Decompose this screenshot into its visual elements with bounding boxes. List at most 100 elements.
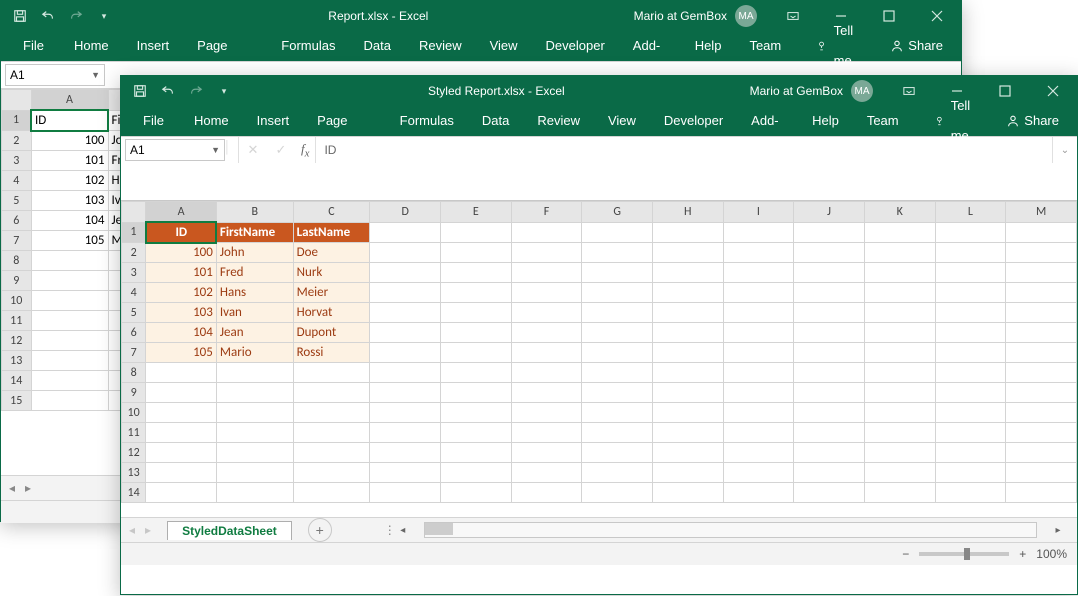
cell[interactable] (652, 303, 723, 323)
cell[interactable] (440, 263, 511, 283)
chevron-down-icon[interactable]: ▼ (91, 70, 100, 80)
cell[interactable] (935, 443, 1006, 463)
tab-data[interactable]: Data (468, 106, 523, 136)
col-header[interactable]: I (723, 202, 794, 223)
row-header[interactable]: 1 (2, 110, 32, 131)
sheet-nav[interactable]: ◂▸ (1, 481, 39, 495)
tab-team[interactable]: Team (853, 106, 913, 136)
expand-formula-icon[interactable]: ⌄ (1052, 137, 1077, 163)
cell[interactable] (1006, 263, 1077, 283)
row-header[interactable]: 8 (122, 363, 146, 383)
cell[interactable] (1006, 443, 1077, 463)
cell[interactable]: LastName (293, 222, 370, 243)
row-header[interactable]: 6 (2, 211, 32, 231)
cell[interactable] (1006, 283, 1077, 303)
cell[interactable] (146, 403, 217, 423)
row-header[interactable]: 10 (122, 403, 146, 423)
row-header[interactable]: 4 (2, 171, 32, 191)
cell[interactable] (216, 483, 293, 503)
col-header[interactable]: A (146, 202, 217, 223)
formula-input[interactable]: ID (315, 137, 1052, 163)
cell[interactable] (723, 383, 794, 403)
cell[interactable] (723, 463, 794, 483)
cell[interactable] (794, 383, 865, 403)
cell[interactable] (440, 383, 511, 403)
cell[interactable] (723, 363, 794, 383)
col-header[interactable]: A (31, 90, 108, 111)
cell[interactable]: 102 (31, 171, 108, 191)
cell[interactable] (370, 403, 441, 423)
cell[interactable] (864, 363, 935, 383)
tab-file[interactable]: File (7, 31, 60, 61)
cell[interactable] (146, 463, 217, 483)
cell[interactable] (794, 483, 865, 503)
cell[interactable] (935, 383, 1006, 403)
tab-page-layout[interactable]: Page Layout (303, 106, 386, 136)
maximize-icon[interactable] (869, 1, 909, 31)
new-sheet-icon[interactable]: + (308, 518, 332, 542)
cell[interactable] (511, 363, 582, 383)
cell[interactable] (511, 383, 582, 403)
cell[interactable] (794, 463, 865, 483)
cell[interactable] (935, 323, 1006, 343)
cell[interactable] (582, 323, 653, 343)
cell[interactable] (794, 263, 865, 283)
select-all-corner[interactable] (2, 90, 32, 111)
cell[interactable] (935, 463, 1006, 483)
cell[interactable] (1006, 303, 1077, 323)
cell[interactable] (794, 423, 865, 443)
cell[interactable] (440, 222, 511, 243)
cell[interactable] (1006, 463, 1077, 483)
row-header[interactable]: 11 (122, 423, 146, 443)
cell[interactable] (511, 483, 582, 503)
share-button[interactable]: Share (994, 106, 1071, 136)
cell[interactable] (794, 323, 865, 343)
cell[interactable] (31, 351, 108, 371)
cell[interactable]: ID (146, 222, 217, 243)
row-header[interactable]: 5 (122, 303, 146, 323)
cell[interactable] (794, 403, 865, 423)
cell[interactable] (582, 283, 653, 303)
cell[interactable]: Ivan (216, 303, 293, 323)
cell[interactable] (652, 423, 723, 443)
tell-me[interactable]: Tell me (921, 106, 995, 136)
row-header[interactable]: 5 (2, 191, 32, 211)
col-header[interactable]: M (1006, 202, 1077, 223)
cell[interactable] (370, 263, 441, 283)
zoom-level[interactable]: 100% (1036, 547, 1067, 561)
cell[interactable]: Rossi (293, 343, 370, 363)
cell[interactable] (370, 383, 441, 403)
cell[interactable]: 105 (31, 231, 108, 251)
horizontal-scrollbar[interactable]: ⋮ ◂ ▸ (384, 522, 1065, 538)
row-header[interactable]: 12 (2, 331, 32, 351)
cell[interactable]: 101 (31, 151, 108, 171)
cell[interactable] (31, 331, 108, 351)
cell[interactable] (1006, 343, 1077, 363)
enter-formula-icon[interactable]: ✓ (267, 142, 295, 158)
row-header[interactable]: 13 (2, 351, 32, 371)
cell[interactable] (864, 423, 935, 443)
cell[interactable] (293, 463, 370, 483)
tab-help[interactable]: Help (798, 106, 853, 136)
cell[interactable] (216, 463, 293, 483)
cell[interactable] (864, 463, 935, 483)
divider-handle[interactable]: ⋮ (384, 523, 396, 537)
cell[interactable] (511, 222, 582, 243)
cell[interactable] (864, 323, 935, 343)
avatar[interactable]: MA (735, 5, 757, 27)
undo-icon[interactable] (35, 3, 61, 29)
cell[interactable] (935, 222, 1006, 243)
cell[interactable] (440, 283, 511, 303)
cell[interactable]: ID (31, 110, 108, 131)
cell[interactable] (582, 303, 653, 323)
cell[interactable] (1006, 363, 1077, 383)
cell[interactable] (1006, 243, 1077, 263)
cell[interactable] (652, 363, 723, 383)
row-header[interactable]: 7 (2, 231, 32, 251)
cell[interactable]: Nurk (293, 263, 370, 283)
cell[interactable] (582, 403, 653, 423)
tab-formulas[interactable]: Formulas (386, 106, 468, 136)
cell[interactable] (293, 443, 370, 463)
cell[interactable] (370, 363, 441, 383)
cell[interactable] (935, 303, 1006, 323)
